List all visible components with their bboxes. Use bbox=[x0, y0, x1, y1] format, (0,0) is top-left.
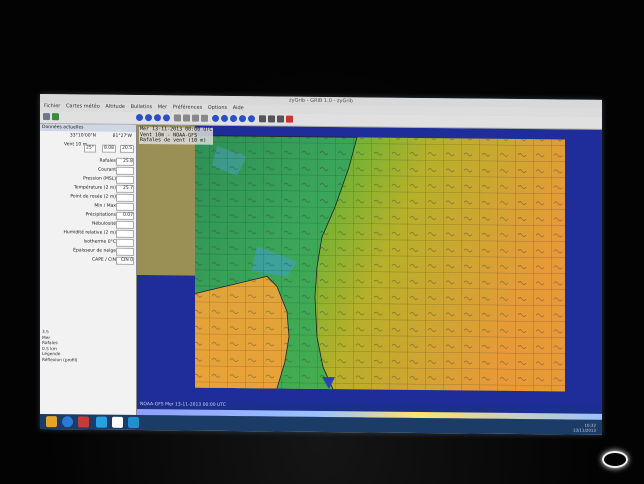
latitude: 33°10'00"N bbox=[69, 133, 96, 139]
menu-altitude[interactable]: Altitude bbox=[105, 103, 125, 112]
wind-row: Vent 10 m 25° 8.08 20.5 bbox=[40, 141, 136, 156]
next-step-icon[interactable] bbox=[154, 114, 161, 122]
panel-header: Données actuelles bbox=[40, 124, 136, 133]
param-label: Point de rosée (2 m) bbox=[70, 194, 116, 200]
param-row: Humidité relative (2 m) bbox=[40, 229, 136, 238]
route-icon[interactable] bbox=[277, 115, 284, 123]
weather-map[interactable]: Mer 13-11-2013 00:00 UTC Vent 10m - NOAA… bbox=[137, 125, 602, 420]
param-label: Précipitations bbox=[85, 212, 116, 218]
param-row: Rafales 25.8 bbox=[40, 157, 136, 166]
wind-kmh: 20.5 bbox=[120, 144, 135, 153]
menu-mer[interactable]: Mer bbox=[158, 103, 167, 112]
power-led-ring bbox=[602, 451, 628, 468]
footer-line: Réflexion (profil) bbox=[42, 357, 78, 363]
param-row: Précipitations 0.07 bbox=[40, 211, 136, 220]
position-row: 33°10'00"N 81°27'W bbox=[40, 132, 136, 141]
poi-icon[interactable] bbox=[286, 115, 293, 123]
skype-icon[interactable] bbox=[96, 416, 107, 428]
param-value: 25.7 bbox=[116, 184, 134, 193]
first-step-icon[interactable] bbox=[136, 114, 143, 122]
param-value: 25.8 bbox=[116, 157, 134, 166]
menu-options[interactable]: Options bbox=[208, 104, 227, 113]
map-layer: Rafales de vent (10 m) bbox=[140, 137, 207, 144]
system-tray[interactable]: 10:32 13/11/2013 bbox=[573, 423, 596, 433]
zygrib-icon[interactable] bbox=[112, 416, 123, 428]
param-label: Épaisseur de neige bbox=[73, 248, 116, 254]
param-value bbox=[116, 220, 134, 229]
zoom-in-icon[interactable] bbox=[174, 114, 181, 122]
param-label: Courant bbox=[98, 167, 116, 173]
last-step-icon[interactable] bbox=[163, 114, 170, 122]
param-label: Rafales bbox=[99, 158, 117, 164]
zoom-out-icon[interactable] bbox=[183, 114, 190, 122]
zoom-fit-icon[interactable] bbox=[201, 114, 208, 122]
map-canvas[interactable] bbox=[137, 125, 602, 420]
data-panel: Données actuelles 33°10'00"N 81°27'W Ven… bbox=[40, 124, 137, 416]
land-west bbox=[137, 125, 195, 276]
param-label: Pression (MSL) bbox=[83, 176, 116, 182]
param-label: CAPE / CIN bbox=[92, 257, 116, 263]
param-value bbox=[116, 247, 134, 256]
stop-icon[interactable] bbox=[230, 114, 237, 123]
param-row: Pression (MSL) bbox=[40, 175, 136, 184]
menu-cartes[interactable]: Cartes météo bbox=[66, 102, 100, 111]
panel-footer: 3.5 Mer Rafales 0.5 km Légende Réflexion… bbox=[42, 330, 77, 363]
param-row: Point de rosée (2 m) bbox=[40, 193, 136, 202]
param-value bbox=[116, 193, 134, 202]
param-label: Min / Max bbox=[94, 203, 116, 209]
param-value: 0.07 bbox=[116, 211, 134, 220]
camera-icon[interactable] bbox=[268, 115, 275, 123]
wind-barb-grid bbox=[195, 135, 565, 392]
param-value bbox=[116, 229, 134, 238]
param-row: Isotherme 0°C bbox=[40, 238, 136, 247]
menu-bulletins[interactable]: Bulletins bbox=[131, 103, 153, 112]
param-label: Isotherme 0°C bbox=[83, 239, 116, 245]
step-icon[interactable] bbox=[248, 115, 255, 123]
save-icon[interactable] bbox=[52, 113, 59, 121]
speed-icon[interactable] bbox=[239, 115, 246, 123]
map-header: Mer 13-11-2013 00:00 UTC Vent 10m - NOAA… bbox=[139, 126, 214, 145]
param-row: CAPE / CIN CIN 0 bbox=[40, 256, 136, 265]
pen-icon[interactable] bbox=[128, 416, 139, 429]
wind-speed: 8.08 bbox=[102, 144, 117, 153]
param-label: Humidité relative (2 m) bbox=[63, 230, 116, 236]
param-value: CIN 0 bbox=[116, 256, 134, 265]
print-icon[interactable] bbox=[259, 115, 266, 123]
param-row: Température (2 m) 25.7 bbox=[40, 184, 136, 193]
zoom-area-icon[interactable] bbox=[192, 114, 199, 122]
file-explorer-icon[interactable] bbox=[46, 416, 57, 428]
param-row: Courant bbox=[40, 166, 136, 175]
param-row: Nébulosité bbox=[40, 220, 136, 229]
open-file-icon[interactable] bbox=[43, 113, 50, 121]
param-value bbox=[116, 166, 134, 175]
param-value bbox=[116, 202, 134, 211]
menu-preferences[interactable]: Préférences bbox=[173, 103, 202, 112]
date: 13/11/2013 bbox=[572, 427, 596, 433]
param-value bbox=[116, 238, 134, 247]
param-label: Nébulosité bbox=[92, 221, 116, 227]
longitude: 81°27'W bbox=[112, 133, 132, 139]
param-row: Épaisseur de neige bbox=[40, 247, 136, 256]
param-label: Température (2 m) bbox=[73, 185, 116, 191]
browser-icon[interactable] bbox=[62, 416, 73, 428]
monitor-screen: zyGrib - GRIB 1.0 - zyGrib Fichier Carte… bbox=[40, 94, 602, 435]
menu-aide[interactable]: Aide bbox=[233, 104, 244, 113]
animate-icon[interactable] bbox=[212, 114, 219, 122]
prev-step-icon[interactable] bbox=[145, 114, 152, 122]
loop-icon[interactable] bbox=[221, 114, 228, 122]
app-icon[interactable] bbox=[78, 416, 89, 428]
param-value bbox=[116, 175, 134, 184]
menu-fichier[interactable]: Fichier bbox=[44, 102, 60, 111]
wind-direction: 25° bbox=[84, 144, 96, 153]
param-row: Min / Max bbox=[40, 202, 136, 211]
